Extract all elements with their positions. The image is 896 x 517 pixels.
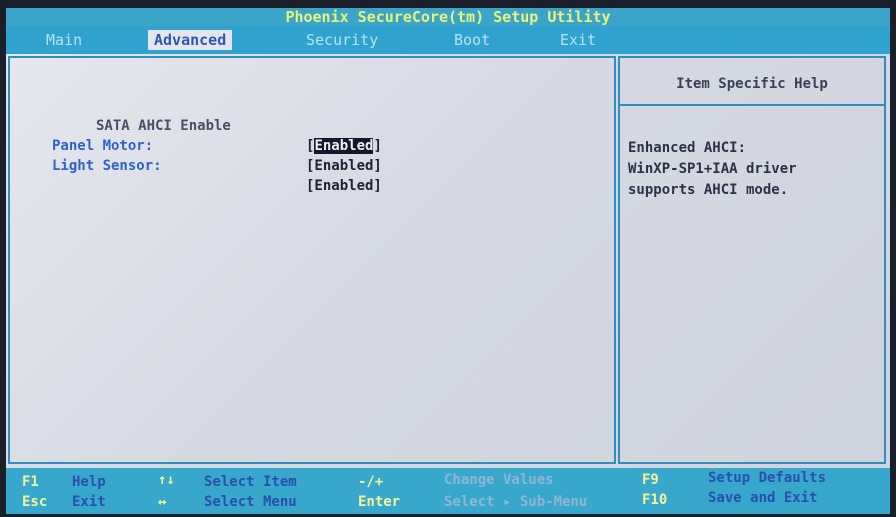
tab-security[interactable]: Security xyxy=(300,30,384,50)
key-f9[interactable]: F9 xyxy=(642,472,659,488)
key-f10[interactable]: F10 xyxy=(642,492,667,508)
tab-exit[interactable]: Exit xyxy=(554,30,602,50)
menu-bar: Main Advanced Security Boot Exit xyxy=(6,26,890,54)
key-f1[interactable]: F1 xyxy=(22,474,39,490)
help-title: Item Specific Help xyxy=(676,76,828,92)
arrow-left-right-icon: ↔ xyxy=(158,494,167,510)
help-line: WinXP-SP1+IAA driver xyxy=(628,161,797,177)
tab-advanced[interactable]: Advanced xyxy=(148,30,233,50)
setting-value[interactable]: [Enabled] xyxy=(306,176,382,196)
key-desc-select-submenu: Select ▸ Sub-Menu xyxy=(444,494,588,510)
key-desc-select-item: Select Item xyxy=(204,474,297,490)
key-minus-plus[interactable]: -/+ xyxy=(358,474,383,490)
settings-panel: SATA AHCI Enable [Enabled] Panel Motor: … xyxy=(8,56,616,464)
key-desc-setup-defaults: Setup Defaults xyxy=(708,470,827,486)
key-desc-change-values: Change Values xyxy=(444,472,554,488)
title-bar: Phoenix SecureCore(tm) Setup Utility xyxy=(6,8,890,26)
key-desc-save-exit: Save and Exit xyxy=(708,490,818,506)
help-line: Enhanced AHCI: xyxy=(628,140,747,156)
help-panel: Item Specific Help Enhanced AHCI: WinXP-… xyxy=(618,56,886,464)
tab-boot[interactable]: Boot xyxy=(448,30,496,50)
tab-main[interactable]: Main xyxy=(40,30,88,50)
key-desc-select-menu: Select Menu xyxy=(204,494,297,510)
key-desc-help: Help xyxy=(72,474,106,490)
setting-row-light-sensor[interactable]: Light Sensor: [Enabled] xyxy=(10,136,610,194)
help-divider xyxy=(620,104,884,106)
arrow-up-down-icon: ↑↓ xyxy=(158,472,175,488)
setting-label: Light Sensor: xyxy=(52,158,162,174)
help-line: supports AHCI mode. xyxy=(628,182,789,198)
bios-screen: Phoenix SecureCore(tm) Setup Utility Mai… xyxy=(6,8,890,514)
help-text: Enhanced AHCI: WinXP-SP1+IAA driver supp… xyxy=(628,138,878,201)
setting-value[interactable]: [Enabled] xyxy=(306,156,382,176)
app-title: Phoenix SecureCore(tm) Setup Utility xyxy=(285,8,611,26)
setting-row-sata-ahci[interactable]: SATA AHCI Enable [Enabled] xyxy=(10,96,610,154)
setting-row-panel-motor[interactable]: Panel Motor: [Enabled] xyxy=(10,116,610,174)
key-legend-bar: F1 Help ↑↓ Select Item -/+ Change Values… xyxy=(6,468,890,514)
key-esc[interactable]: Esc xyxy=(22,494,47,510)
key-enter[interactable]: Enter xyxy=(358,494,400,510)
key-desc-exit: Exit xyxy=(72,494,106,510)
